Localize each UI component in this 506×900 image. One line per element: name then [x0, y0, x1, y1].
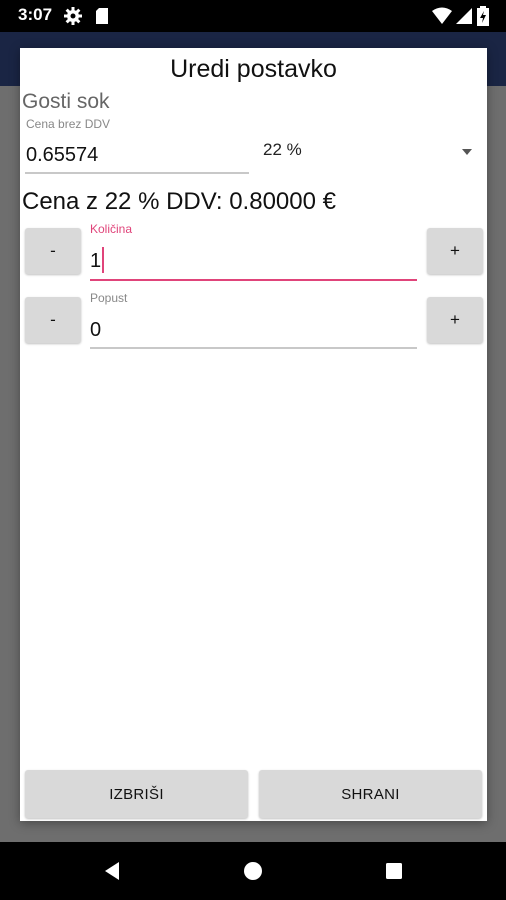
battery-icon — [477, 6, 489, 26]
text-cursor — [102, 247, 104, 273]
edit-item-dialog: Uredi postavko Gosti sok Cena brez DDV 0… — [20, 48, 487, 821]
quantity-field-value[interactable]: 1 — [90, 250, 101, 273]
item-name: Gosti sok — [22, 90, 110, 113]
home-icon[interactable] — [242, 860, 264, 882]
navigation-bar — [0, 842, 506, 900]
quantity-plus-button[interactable]: + — [427, 228, 483, 274]
delete-button[interactable]: IZBRIŠI — [25, 770, 248, 818]
quantity-field-label: Količina — [90, 222, 133, 236]
wifi-icon — [432, 7, 452, 24]
discount-plus-button[interactable]: + — [427, 297, 483, 343]
signal-icon — [456, 8, 472, 24]
dropdown-arrow-icon — [462, 149, 472, 155]
quantity-field-underline — [90, 279, 417, 281]
discount-field-underline — [90, 347, 417, 349]
dialog-title: Uredi postavko — [170, 55, 337, 83]
recents-icon[interactable] — [383, 860, 405, 882]
discount-field-value[interactable]: 0 — [90, 319, 101, 342]
discount-field-label: Popust — [90, 291, 128, 305]
vat-rate-selected: 22 % — [263, 140, 302, 159]
status-bar: 3:07 — [0, 0, 506, 32]
price-field-underline — [25, 172, 249, 174]
price-with-vat: Cena z 22 % DDV: 0.80000 € — [22, 188, 336, 215]
vat-rate-select[interactable]: 22 % — [263, 140, 475, 170]
discount-minus-button[interactable]: - — [25, 297, 81, 343]
status-time: 3:07 — [18, 5, 53, 24]
save-button[interactable]: SHRANI — [259, 770, 482, 818]
back-icon[interactable] — [101, 860, 123, 882]
gear-icon — [64, 7, 82, 25]
price-field-label: Cena brez DDV — [26, 117, 111, 131]
price-field-value[interactable]: 0.65574 — [26, 144, 98, 167]
sd-card-icon — [96, 8, 108, 24]
quantity-minus-button[interactable]: - — [25, 228, 81, 274]
